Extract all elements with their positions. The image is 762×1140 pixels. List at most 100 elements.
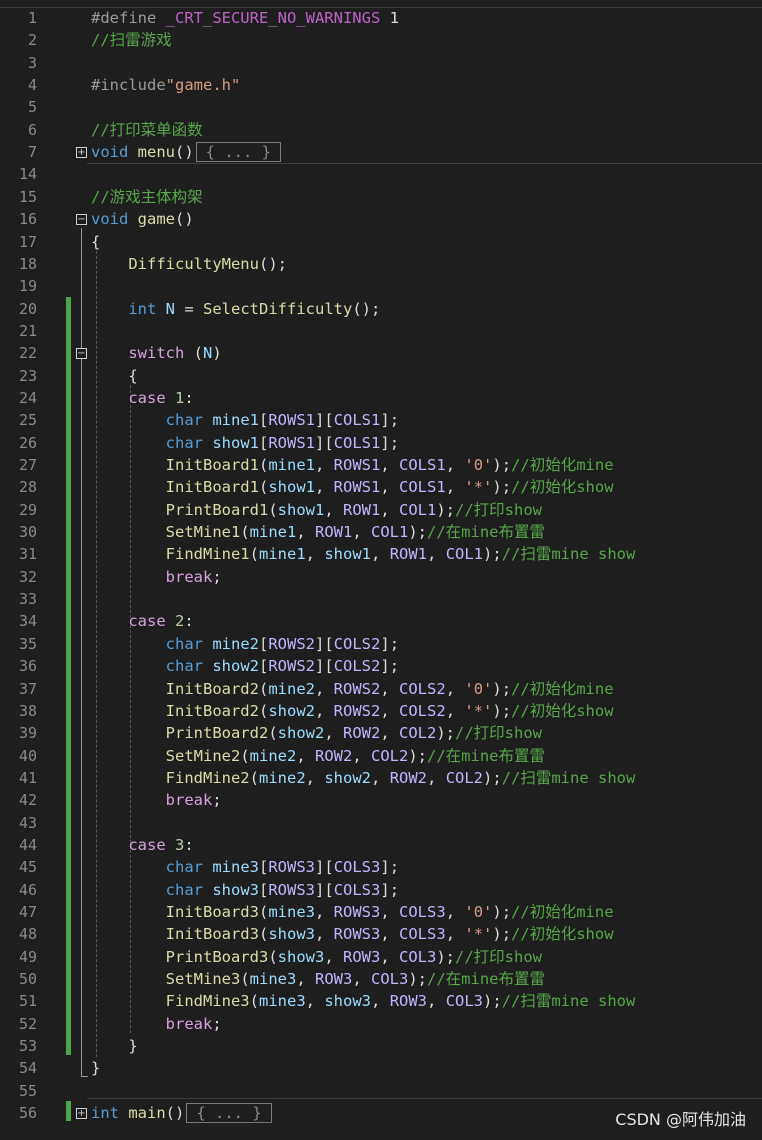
code-line[interactable]: 31 FindMine1(mine1, show1, ROW1, COL1);/… (0, 543, 762, 565)
code-text[interactable]: } (91, 1057, 100, 1079)
code-line[interactable]: 46 char show3[ROWS3][COLS3]; (0, 879, 762, 901)
code-text[interactable]: char show2[ROWS2][COLS2]; (91, 655, 399, 677)
code-text[interactable]: case 1: (91, 387, 193, 409)
expand-outline-icon[interactable]: + (76, 1108, 87, 1120)
code-text[interactable]: char show3[ROWS3][COLS3]; (91, 879, 399, 901)
code-text[interactable]: char show1[ROWS1][COLS1]; (91, 432, 399, 454)
code-line[interactable]: 3 (0, 52, 762, 74)
code-line[interactable]: 44 case 3: (0, 834, 762, 856)
code-line[interactable]: 29 PrintBoard1(show1, ROW1, COL1);//打印sh… (0, 499, 762, 521)
code-text[interactable]: void game() (91, 208, 194, 230)
code-text[interactable]: { (91, 365, 137, 387)
code-line[interactable]: 2 //扫雷游戏 (0, 29, 762, 51)
code-line[interactable]: 50 SetMine3(mine3, ROW3, COL3);//在mine布置… (0, 968, 762, 990)
code-text[interactable]: #include"game.h" (91, 74, 240, 96)
code-line[interactable]: 32 break; (0, 566, 762, 588)
code-text[interactable]: int N = SelectDifficulty(); (91, 298, 380, 320)
code-line[interactable]: 41 FindMine2(mine2, show2, ROW2, COL2);/… (0, 767, 762, 789)
code-text[interactable]: //游戏主体构架 (91, 186, 203, 208)
code-line[interactable]: 22 − switch (N) (0, 342, 762, 364)
code-line[interactable]: 47 InitBoard3(mine3, ROWS3, COLS3, '0');… (0, 901, 762, 923)
code-text[interactable]: { (91, 231, 100, 253)
code-text[interactable]: InitBoard2(mine2, ROWS2, COLS2, '0');//初… (91, 678, 614, 700)
code-line[interactable]: 33 (0, 588, 762, 610)
code-text[interactable]: switch (N) (91, 342, 221, 364)
code-line[interactable]: 6 //打印菜单函数 (0, 119, 762, 141)
code-text[interactable]: char mine2[ROWS2][COLS2]; (91, 633, 399, 655)
code-line[interactable]: 36 char show2[ROWS2][COLS2]; (0, 655, 762, 677)
code-text[interactable]: InitBoard1(mine1, ROWS1, COLS1, '0');//初… (91, 454, 614, 476)
expand-outline-icon[interactable]: + (76, 147, 87, 159)
code-text[interactable]: FindMine1(mine1, show1, ROW1, COL1);//扫雷… (91, 543, 636, 565)
code-text[interactable]: char mine1[ROWS1][COLS1]; (91, 409, 399, 431)
code-text[interactable]: } (91, 1035, 137, 1057)
line-number: 16 (18, 210, 37, 229)
code-text[interactable]: InitBoard3(show3, ROWS3, COLS3, '*');//初… (91, 923, 614, 945)
code-text[interactable]: break; (91, 789, 222, 811)
collapse-outline-icon[interactable]: − (76, 214, 87, 226)
code-line[interactable]: 17 { (0, 231, 762, 253)
code-line[interactable]: 43 (0, 812, 762, 834)
code-line[interactable]: 45 char mine3[ROWS3][COLS3]; (0, 856, 762, 878)
code-line[interactable]: 24 case 1: (0, 387, 762, 409)
code-line[interactable]: 30 SetMine1(mine1, ROW1, COL1);//在mine布置… (0, 521, 762, 543)
code-text[interactable]: case 2: (91, 610, 193, 632)
code-line[interactable]: 34 case 2: (0, 610, 762, 632)
code-text[interactable]: PrintBoard1(show1, ROW1, COL1);//打印show (91, 499, 542, 521)
watermark-text: CSDN @阿伟加油 (615, 1110, 746, 1129)
line-number: 3 (27, 53, 37, 72)
code-line[interactable]: 5 (0, 96, 762, 118)
code-text[interactable]: PrintBoard3(show3, ROW3, COL3);//打印show (91, 946, 542, 968)
code-line[interactable]: 42 break; (0, 789, 762, 811)
code-text[interactable]: break; (91, 566, 222, 588)
code-line[interactable]: 37 InitBoard2(mine2, ROWS2, COLS2, '0');… (0, 678, 762, 700)
code-text[interactable]: SetMine3(mine3, ROW3, COL3);//在mine布置雷 (91, 968, 545, 990)
code-text[interactable]: void menu(){ ... } (91, 141, 281, 163)
line-number: 53 (18, 1037, 37, 1056)
code-line[interactable]: 20 int N = SelectDifficulty(); (0, 298, 762, 320)
line-number: 39 (18, 724, 37, 743)
code-text[interactable]: char mine3[ROWS3][COLS3]; (91, 856, 399, 878)
code-text[interactable]: InitBoard3(mine3, ROWS3, COLS3, '0');//初… (91, 901, 614, 923)
code-line[interactable]: 15 //游戏主体构架 (0, 186, 762, 208)
code-text[interactable]: FindMine2(mine2, show2, ROW2, COL2);//扫雷… (91, 767, 636, 789)
code-line[interactable]: 25 char mine1[ROWS1][COLS1]; (0, 409, 762, 431)
code-line[interactable]: 4 #include"game.h" (0, 74, 762, 96)
code-text[interactable]: //扫雷游戏 (91, 29, 172, 51)
code-line[interactable]: 18 DifficultyMenu(); (0, 253, 762, 275)
code-text[interactable]: case 3: (91, 834, 193, 856)
code-line[interactable]: 28 InitBoard1(show1, ROWS1, COLS1, '*');… (0, 476, 762, 498)
collapse-outline-icon[interactable]: − (76, 348, 87, 360)
code-line[interactable]: 40 SetMine2(mine2, ROW2, COL2);//在mine布置… (0, 745, 762, 767)
code-text[interactable]: SetMine1(mine1, ROW1, COL1);//在mine布置雷 (91, 521, 545, 543)
code-text[interactable]: break; (91, 1013, 222, 1035)
code-line[interactable]: 48 InitBoard3(show3, ROWS3, COLS3, '*');… (0, 923, 762, 945)
code-text[interactable]: SetMine2(mine2, ROW2, COL2);//在mine布置雷 (91, 745, 545, 767)
code-line[interactable]: 26 char show1[ROWS1][COLS1]; (0, 432, 762, 454)
code-line[interactable]: 19 (0, 275, 762, 297)
code-line[interactable]: 38 InitBoard2(show2, ROWS2, COLS2, '*');… (0, 700, 762, 722)
code-text[interactable]: InitBoard2(show2, ROWS2, COLS2, '*');//初… (91, 700, 614, 722)
code-line[interactable]: 51 FindMine3(mine3, show3, ROW3, COL3);/… (0, 990, 762, 1012)
code-line[interactable]: 39 PrintBoard2(show2, ROW2, COL2);//打印sh… (0, 722, 762, 744)
code-line[interactable]: 21 (0, 320, 762, 342)
code-line[interactable]: 54} (0, 1057, 762, 1079)
code-line[interactable]: 35 char mine2[ROWS2][COLS2]; (0, 633, 762, 655)
code-line[interactable]: 7 + void menu(){ ... } (0, 141, 762, 163)
code-line[interactable]: 1 #define _CRT_SECURE_NO_WARNINGS 1 (0, 7, 762, 29)
code-text[interactable]: //打印菜单函数 (91, 119, 203, 141)
code-text[interactable]: InitBoard1(show1, ROWS1, COLS1, '*');//初… (91, 476, 614, 498)
code-line[interactable]: 23 { (0, 365, 762, 387)
code-line[interactable]: 14 (0, 163, 762, 185)
code-line[interactable]: 16 − void game() (0, 208, 762, 230)
code-line[interactable]: 27 InitBoard1(mine1, ROWS1, COLS1, '0');… (0, 454, 762, 476)
code-text[interactable]: FindMine3(mine3, show3, ROW3, COL3);//扫雷… (91, 990, 636, 1012)
code-line[interactable]: 53 } (0, 1035, 762, 1057)
code-text[interactable]: #define _CRT_SECURE_NO_WARNINGS 1 (91, 7, 399, 29)
code-text[interactable]: PrintBoard2(show2, ROW2, COL2);//打印show (91, 722, 542, 744)
code-line[interactable]: 49 PrintBoard3(show3, ROW3, COL3);//打印sh… (0, 946, 762, 968)
code-line[interactable]: 52 break; (0, 1013, 762, 1035)
code-text[interactable]: int main(){ ... } (91, 1102, 272, 1124)
code-line[interactable]: 55 (0, 1080, 762, 1102)
code-text[interactable]: DifficultyMenu(); (91, 253, 287, 275)
